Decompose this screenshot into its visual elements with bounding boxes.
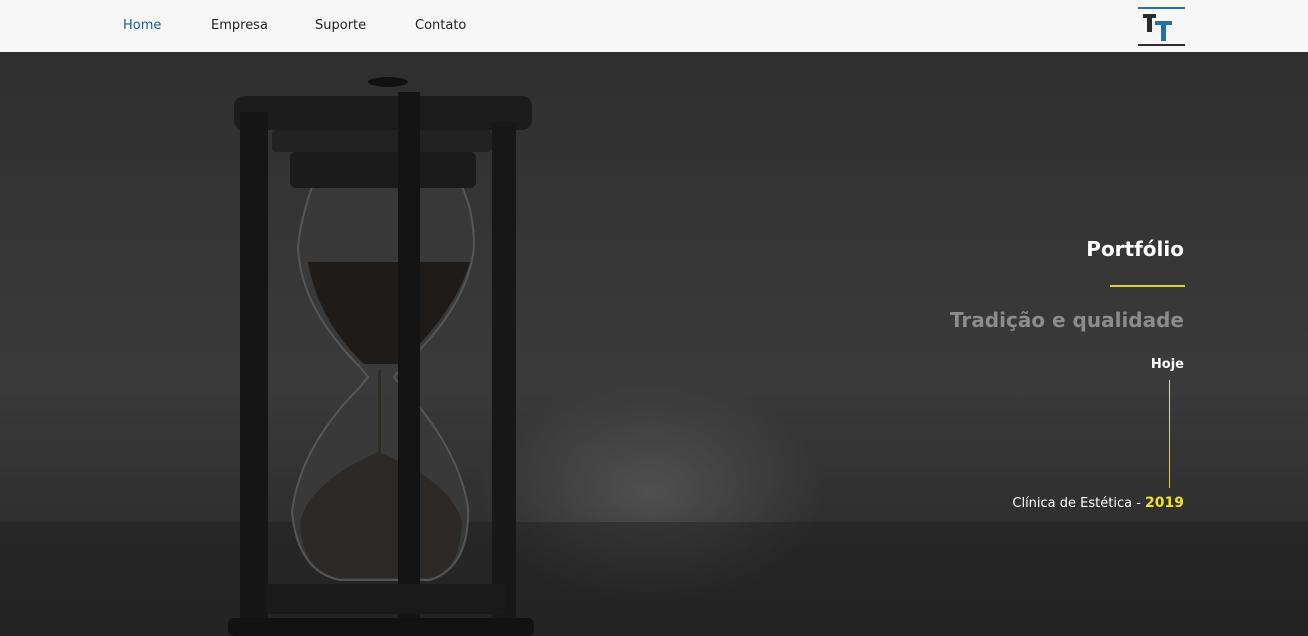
timeline-entry-text: Clínica de Estética - <box>1012 496 1141 511</box>
hero-tagline: Tradição e qualidade <box>949 308 1184 332</box>
title-underline-divider <box>1110 285 1185 287</box>
nav-link-suporte[interactable]: Suporte <box>315 18 366 34</box>
nav-link-empresa[interactable]: Empresa <box>211 18 268 34</box>
tt-logo-icon[interactable] <box>1137 6 1186 47</box>
nav-link-contato[interactable]: Contato <box>415 18 466 34</box>
timeline-top-label: Hoje <box>1150 357 1184 372</box>
nav-link-home[interactable]: Home <box>123 18 161 34</box>
portfolio-title: Portfólio <box>1086 237 1184 261</box>
timeline-entry[interactable]: Clínica de Estética - 2019 <box>1012 494 1184 513</box>
timeline-entry-year: 2019 <box>1145 495 1184 511</box>
hero-section: Portfólio Tradição e qualidade Hoje Clín… <box>0 52 1308 636</box>
top-navbar: Home Empresa Suporte Contato <box>0 0 1308 52</box>
timeline-line <box>1169 380 1170 488</box>
hourglass-photo <box>0 77 1308 636</box>
